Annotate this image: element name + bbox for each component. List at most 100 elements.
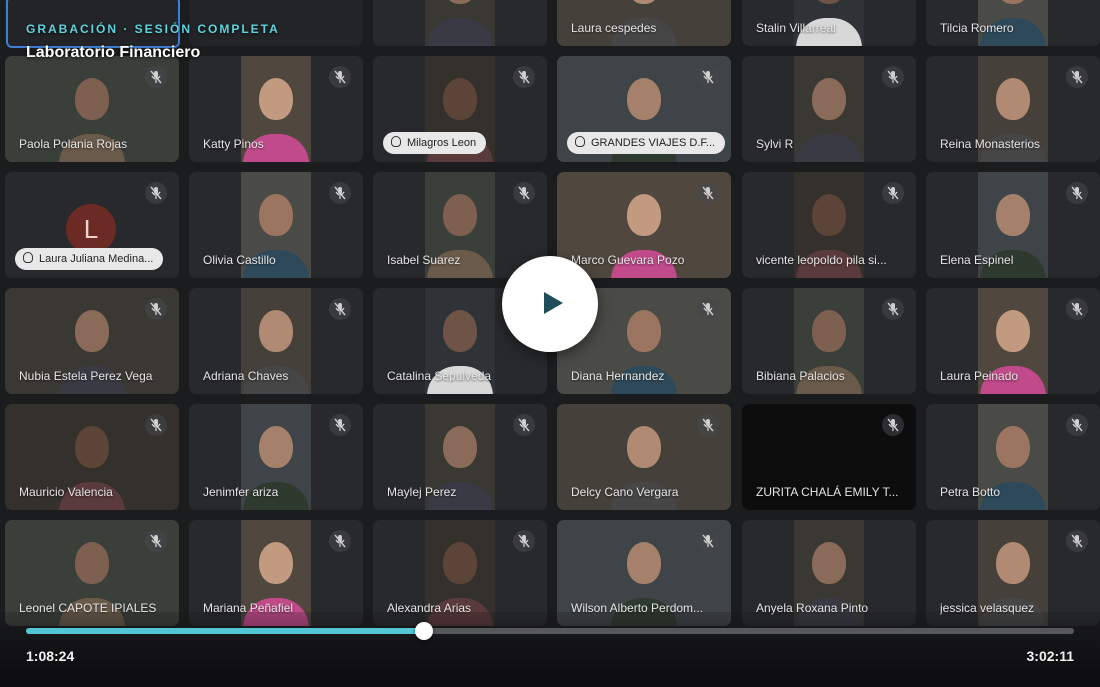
participant-face — [627, 194, 661, 236]
participant-tile[interactable]: Tilcia Romero — [926, 0, 1100, 46]
participant-body — [427, 18, 493, 46]
participant-face — [627, 426, 661, 468]
participant-name: Diana Hernandez — [571, 369, 665, 383]
mic-off-icon — [1066, 414, 1088, 436]
participant-tile[interactable]: Mauricio Valencia — [5, 404, 179, 510]
participant-name: Stalin Villarreal — [756, 21, 836, 35]
participant-tile[interactable]: Marco Guevara Pozo — [557, 172, 731, 278]
participant-tile[interactable]: Isabel Suarez — [373, 172, 547, 278]
participant-tile[interactable]: Nubia Estela Perez Vega — [5, 288, 179, 394]
participant-name: Bibiana Palacios — [756, 369, 845, 383]
participant-face — [443, 78, 477, 120]
mic-off-icon — [513, 530, 535, 552]
participant-name-pill: GRANDES VIAJES D.F... — [567, 132, 725, 154]
participant-face — [75, 426, 109, 468]
progress-scrubber-handle[interactable] — [414, 622, 433, 640]
participant-tile[interactable]: L Laura Juliana Medina... — [5, 172, 179, 278]
mic-off-icon — [513, 182, 535, 204]
participant-face — [812, 78, 846, 120]
participant-name: GRANDES VIAJES D.F... — [591, 137, 716, 149]
mic-off-icon — [329, 182, 351, 204]
mic-off-icon — [697, 414, 719, 436]
participant-face — [996, 0, 1030, 4]
participant-tile[interactable]: Olivia Castillo — [189, 172, 363, 278]
participant-name: Reina Monasterios — [940, 137, 1041, 151]
participant-tile[interactable]: Laura Peinado — [926, 288, 1100, 394]
mic-off-icon — [329, 414, 351, 436]
participant-face — [259, 78, 293, 120]
participant-tile[interactable]: Laura cespedes — [557, 0, 731, 46]
play-icon — [544, 292, 563, 314]
participant-tile[interactable]: Bibiana Palacios — [742, 288, 916, 394]
participant-tile[interactable]: GRANDES VIAJES D.F... — [557, 56, 731, 162]
recording-label: GRABACIÓN · SESIÓN COMPLETA — [26, 22, 280, 36]
participant-tile[interactable]: Katty Pinos — [189, 56, 363, 162]
mic-off-icon — [882, 298, 904, 320]
participant-face — [75, 310, 109, 352]
participant-tile[interactable]: Adriana Chaves — [189, 288, 363, 394]
mic-off-icon — [1066, 182, 1088, 204]
participant-face — [812, 542, 846, 584]
participant-name: Catalina Sepulveda — [387, 369, 492, 383]
participant-face — [443, 194, 477, 236]
participant-name: ZURITA CHALÁ EMILY T... — [756, 485, 899, 499]
participant-name: Elena Espinel — [940, 253, 1014, 267]
participant-name-pill: Laura Juliana Medina... — [15, 248, 164, 270]
participant-tile[interactable]: Maylej Perez — [373, 404, 547, 510]
participant-tile[interactable]: Reina Monasterios — [926, 56, 1100, 162]
participant-tile[interactable]: Elena Espinel — [926, 172, 1100, 278]
mic-off-icon — [329, 298, 351, 320]
participant-face — [996, 542, 1030, 584]
participant-name: Laura cespedes — [571, 21, 657, 35]
hand-icon — [23, 252, 33, 263]
mic-off-icon — [329, 530, 351, 552]
player-controls-shade — [0, 612, 1100, 687]
mic-off-icon — [145, 66, 167, 88]
course-title: Laboratorio Financiero — [26, 44, 201, 61]
participant-tile[interactable]: Petra Botto — [926, 404, 1100, 510]
participant-face — [443, 310, 477, 352]
progress-bar[interactable] — [26, 622, 1074, 640]
participant-tile[interactable]: ZURITA CHALÁ EMILY T... — [742, 404, 916, 510]
participant-face — [996, 194, 1030, 236]
participant-tile[interactable]: Paola Polania Rojas — [5, 56, 179, 162]
participant-name: Maylej Perez — [387, 485, 457, 499]
participant-tile[interactable]: Sylvi R — [742, 56, 916, 162]
participant-tile[interactable]: Milagros Leon — [373, 56, 547, 162]
participant-name: Petra Botto — [940, 485, 1001, 499]
mic-off-icon — [697, 530, 719, 552]
participant-tile[interactable]: Anyela Roxana Pinto — [742, 520, 916, 626]
participant-face — [259, 310, 293, 352]
participant-name: Isabel Suarez — [387, 253, 461, 267]
participant-name: Olivia Castillo — [203, 253, 276, 267]
participant-name: Marco Guevara Pozo — [571, 253, 685, 267]
participant-tile[interactable]: Stalin Villarreal — [742, 0, 916, 46]
participant-name: Delcy Cano Vergara — [571, 485, 679, 499]
participant-tile[interactable]: Leonel CAPOTE IPIALES — [5, 520, 179, 626]
participant-tile[interactable]: Delcy Cano Vergara — [557, 404, 731, 510]
participant-tile[interactable]: vicente leopoldo pila si... — [742, 172, 916, 278]
participant-tile[interactable]: Alexandra Arias — [373, 520, 547, 626]
mic-off-icon — [145, 414, 167, 436]
participant-face — [812, 0, 846, 4]
progress-fill — [26, 628, 424, 634]
mic-off-icon — [1066, 530, 1088, 552]
play-button[interactable] — [502, 256, 598, 352]
participant-name: vicente leopoldo pila si... — [756, 253, 887, 267]
participant-tile[interactable]: jessica velasquez — [926, 520, 1100, 626]
participant-tile[interactable]: Jenimfer ariza — [189, 404, 363, 510]
mic-off-icon — [329, 66, 351, 88]
participant-face — [443, 0, 477, 4]
mic-off-icon — [145, 298, 167, 320]
mic-off-icon — [882, 66, 904, 88]
mic-off-icon — [697, 298, 719, 320]
participant-tile[interactable]: Mariana Peñafiel — [189, 520, 363, 626]
participant-tile[interactable]: Wilson Alberto Perdom... — [557, 520, 731, 626]
participant-tile[interactable]: Cristian Diosa — [373, 0, 547, 46]
participant-face — [627, 310, 661, 352]
participant-name: Laura Juliana Medina... — [39, 253, 154, 265]
avatar: L — [66, 204, 116, 254]
participant-face — [259, 194, 293, 236]
participant-name: Nubia Estela Perez Vega — [19, 369, 153, 383]
mic-off-icon — [1066, 298, 1088, 320]
